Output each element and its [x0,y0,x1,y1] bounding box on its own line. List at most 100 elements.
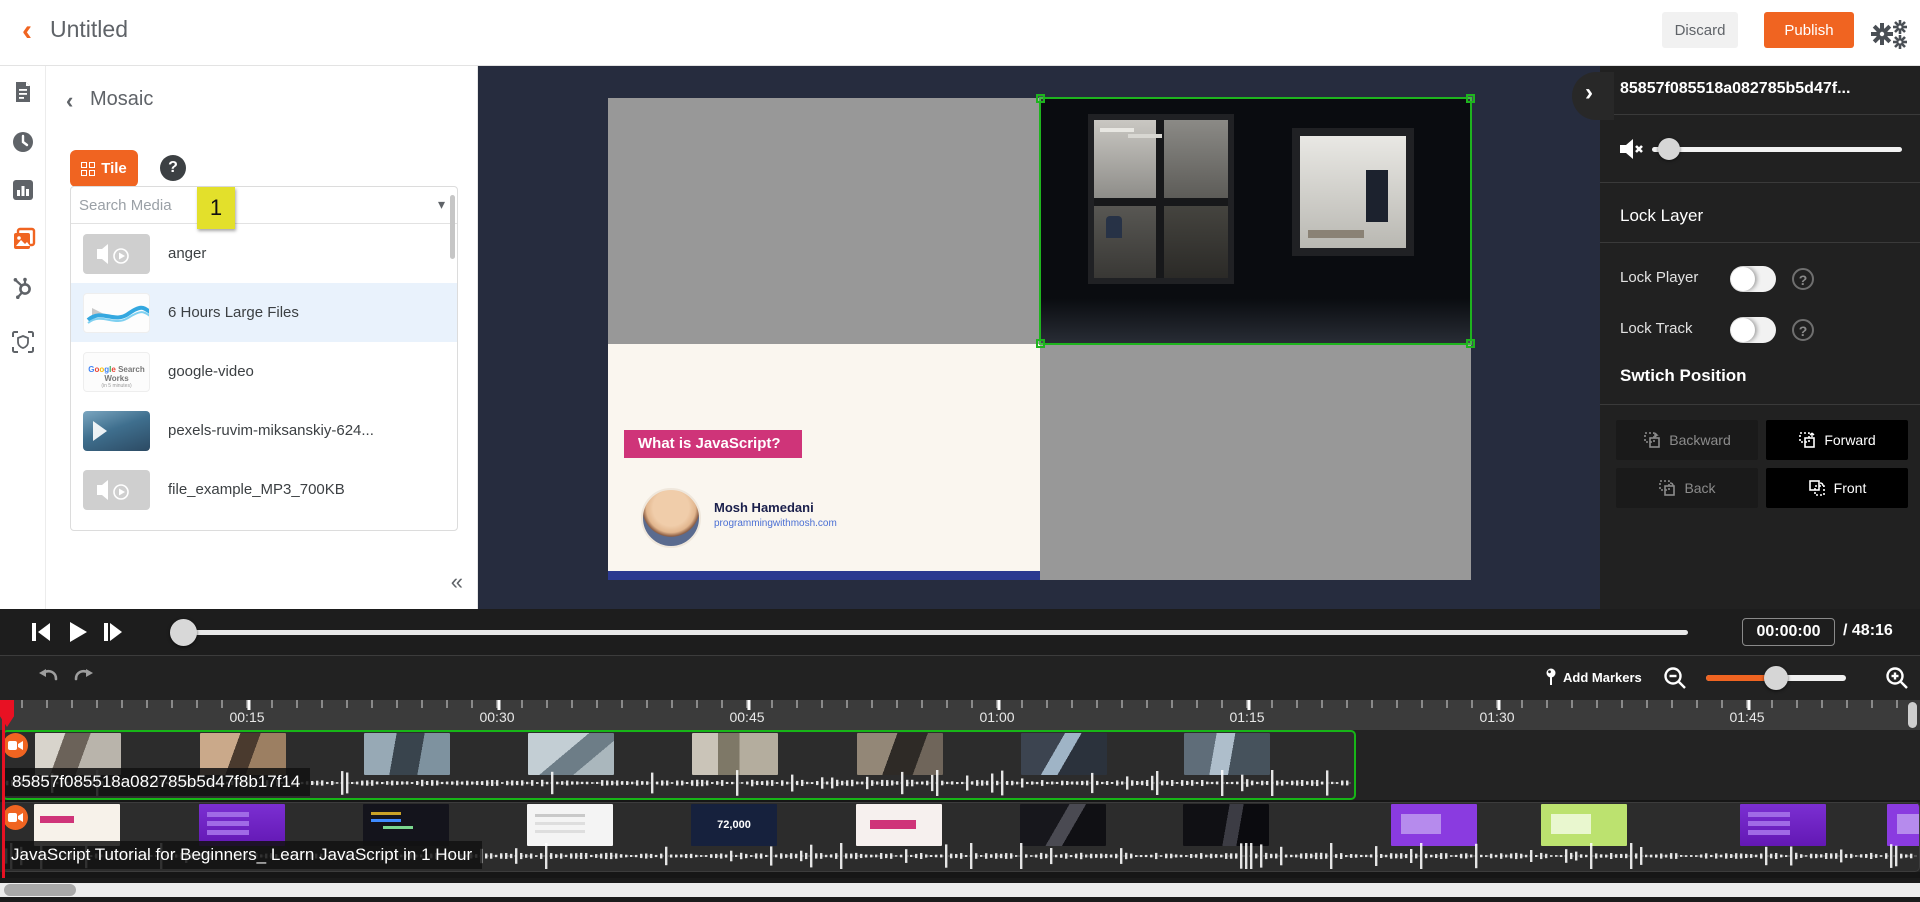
search-media-input[interactable] [79,191,409,219]
volume-slider-handle[interactable] [1658,138,1680,160]
timeline-clip-2[interactable]: 72,000 JavaScript Tutorial for Beginners… [2,802,1920,872]
back-button[interactable]: Back [1616,468,1758,508]
panel-back-icon[interactable]: ‹ [66,88,73,114]
zoom-in-icon[interactable] [1884,665,1910,691]
ruler-time-label: 01:00 [979,709,1014,725]
clip-thumbnail [1020,804,1106,846]
analytics-icon[interactable] [11,178,35,202]
lock-player-help-icon[interactable] [1792,268,1814,290]
backward-label: Backward [1669,432,1730,448]
clip-thumbnail [1184,733,1270,775]
undo-icon[interactable] [36,665,62,691]
media-thumbnail [83,411,150,451]
mosaic-tile-3-slide[interactable]: What is JavaScript? Mosh Hamedani progra… [608,344,1040,580]
privacy-icon[interactable] [11,330,35,354]
media-item-label: pexels-ruvim-miksanskiy-624... [168,422,374,439]
forward-button[interactable]: Forward [1766,420,1908,460]
video-window-left [1088,114,1234,284]
ruler-time-label: 01:15 [1229,709,1264,725]
hubspot-icon[interactable] [11,276,35,300]
search-row: 1 [71,187,457,224]
media-item-label: file_example_MP3_700KB [168,481,345,498]
tile-button[interactable]: Tile [70,150,138,187]
hscroll-thumb[interactable] [4,884,76,896]
front-label: Front [1834,480,1867,496]
history-icon[interactable] [11,130,35,154]
media-thumbnail [83,470,150,510]
media-panel: ‹ Mosaic Tile 1 anger 6 Hours Large Files… [46,66,478,609]
play-button-icon[interactable] [64,619,90,645]
ruler-time-label: 00:45 [729,709,764,725]
clip1-label: 85857f085518a082785b5d47f8b17f14 [4,768,310,796]
timeline-ruler[interactable]: 00:1500:3000:4501:0001:1501:3001:45 [0,700,1920,730]
clip2-label: JavaScript Tutorial for Beginners_ Learn… [3,841,482,869]
clip-thumbnail [1021,733,1107,775]
video-track-icon [3,733,28,758]
media-list-scrollbar[interactable] [450,195,455,259]
media-item-label: 6 Hours Large Files [168,304,299,321]
lock-player-toggle[interactable] [1730,266,1776,292]
properties-panel: 85857f085518a082785b5d47f... Lock Layer … [1600,66,1920,609]
discard-button[interactable]: Discard [1662,12,1738,48]
media-icon[interactable] [11,226,35,250]
clip-thumbnail [528,733,614,775]
seek-handle[interactable] [170,619,197,646]
help-icon[interactable] [160,155,186,181]
settings-gear-icon[interactable] [1868,15,1912,51]
media-item[interactable]: pexels-ruvim-miksanskiy-624... [71,401,457,460]
panel-title: Mosaic [90,88,153,111]
lock-track-help-icon[interactable] [1792,319,1814,341]
back-icon[interactable]: ‹ [22,14,32,48]
timeline-clip-1[interactable]: 85857f085518a082785b5d47f8b17f14 [2,730,1356,800]
collapse-panel-icon[interactable] [451,569,463,595]
media-thumbnail [83,234,150,274]
media-item[interactable]: file_example_MP3_700KB [71,460,457,519]
total-duration: / 48:16 [1843,622,1893,640]
media-search-box: 1 anger 6 Hours Large Files Google Search … [70,186,458,531]
add-markers-button[interactable]: Add Markers [1545,668,1642,686]
backward-button[interactable]: Backward [1616,420,1758,460]
volume-muted-icon[interactable] [1618,136,1646,162]
media-item[interactable]: Google Search Works(in 5 minutes)google-… [71,342,457,401]
front-button[interactable]: Front [1766,468,1908,508]
timeline-zoom-slider[interactable] [1706,675,1846,681]
timeline-vertical-scrollbar[interactable] [1908,702,1917,728]
slide-title: What is JavaScript? [624,430,802,458]
media-item-label: anger [168,245,206,262]
mosaic-tile-4[interactable] [1040,344,1471,580]
script-icon[interactable] [11,80,35,104]
zoom-out-icon[interactable] [1662,665,1688,691]
add-markers-label: Add Markers [1563,670,1642,685]
current-time: 00:00:00 [1742,618,1835,646]
clip-thumbnail [1183,804,1269,846]
slide-author: Mosh Hamedani [714,500,814,515]
chevron-down-icon[interactable] [438,196,445,213]
clip-thumbnail: 72,000 [691,804,777,846]
media-item[interactable]: 6 Hours Large Files [71,283,457,342]
timeline-zoom-handle[interactable] [1764,666,1788,690]
seek-bar[interactable] [172,630,1688,635]
lock-track-toggle[interactable] [1730,317,1776,343]
clip-thumbnail [527,804,613,846]
media-item[interactable]: anger [71,224,457,283]
ruler-time-label: 00:30 [479,709,514,725]
previous-frame-icon[interactable] [28,619,54,645]
back-label: Back [1684,480,1715,496]
volume-slider[interactable] [1652,147,1902,152]
timeline-hscroll [0,878,1920,902]
publish-button[interactable]: Publish [1764,12,1854,48]
clip-thumbnail [1740,804,1826,846]
redo-icon[interactable] [72,665,98,691]
mosaic-tile-1[interactable] [608,98,1040,344]
hscroll-track[interactable] [0,883,1920,897]
clip-thumbnail [856,804,942,846]
forward-label: Forward [1824,432,1875,448]
clip-thumbnail [692,733,778,775]
clip-thumbnail [364,733,450,775]
next-frame-icon[interactable] [100,619,126,645]
mosaic-preview: What is JavaScript? Mosh Hamedani progra… [608,98,1471,580]
preview-stage: What is JavaScript? Mosh Hamedani progra… [478,66,1600,609]
mosaic-tile-2-video[interactable] [1040,98,1471,344]
collapse-right-panel-tab[interactable] [1572,72,1614,120]
timeline-toolbar: Add Markers [0,655,1920,700]
